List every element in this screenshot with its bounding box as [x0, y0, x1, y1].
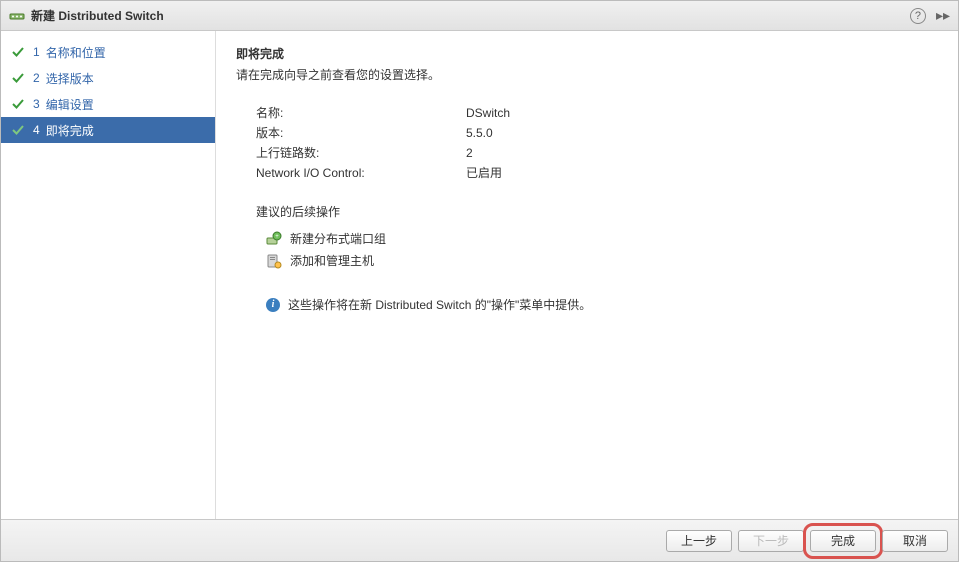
- step-number: 3: [33, 97, 40, 111]
- summary-value: DSwitch: [466, 103, 510, 123]
- step-number: 1: [33, 45, 40, 59]
- summary-key: 版本:: [256, 123, 466, 143]
- step-ready-complete[interactable]: 4 即将完成: [1, 117, 215, 143]
- summary-key: Network I/O Control:: [256, 163, 466, 183]
- wizard-footer: 上一步 下一步 完成 取消: [1, 519, 958, 561]
- summary-table: 名称: DSwitch 版本: 5.5.0 上行链路数: 2 Network I…: [256, 103, 938, 183]
- step-edit-settings[interactable]: 3 编辑设置: [1, 91, 215, 117]
- suggest-label: 新建分布式端口组: [290, 228, 386, 250]
- switch-icon: [9, 8, 25, 24]
- wizard-steps-sidebar: 1 名称和位置 2 选择版本 3 编辑设置 4: [1, 31, 216, 519]
- info-row: i 这些操作将在新 Distributed Switch 的"操作"菜单中提供。: [266, 296, 938, 313]
- step-label: 选择版本: [46, 70, 94, 87]
- titlebar: 新建 Distributed Switch ? ▸▸: [1, 1, 958, 31]
- summary-value: 5.5.0: [466, 123, 493, 143]
- window-title: 新建 Distributed Switch: [31, 7, 910, 24]
- step-label: 名称和位置: [46, 44, 106, 61]
- summary-key: 上行链路数:: [256, 143, 466, 163]
- page-subheading: 请在完成向导之前查看您的设置选择。: [236, 66, 938, 83]
- summary-value: 2: [466, 143, 473, 163]
- info-icon: i: [266, 298, 280, 312]
- cancel-button[interactable]: 取消: [882, 530, 948, 552]
- summary-key: 名称:: [256, 103, 466, 123]
- info-text: 这些操作将在新 Distributed Switch 的"操作"菜单中提供。: [288, 296, 591, 313]
- content-area: 即将完成 请在完成向导之前查看您的设置选择。 名称: DSwitch 版本: 5…: [216, 31, 958, 519]
- check-icon: [11, 45, 25, 59]
- back-button[interactable]: 上一步: [666, 530, 732, 552]
- suggest-item-portgroup: + 新建分布式端口组: [266, 228, 938, 250]
- next-button: 下一步: [738, 530, 804, 552]
- step-label: 编辑设置: [46, 96, 94, 113]
- suggested-actions-title: 建议的后续操作: [256, 203, 938, 220]
- step-number: 2: [33, 71, 40, 85]
- hosts-icon: [266, 253, 282, 269]
- step-select-version[interactable]: 2 选择版本: [1, 65, 215, 91]
- finish-button[interactable]: 完成: [810, 530, 876, 552]
- main-area: 1 名称和位置 2 选择版本 3 编辑设置 4: [1, 31, 958, 519]
- step-label: 即将完成: [46, 122, 94, 139]
- check-icon: [11, 71, 25, 85]
- check-icon: [11, 123, 25, 137]
- summary-row-uplinks: 上行链路数: 2: [256, 143, 938, 163]
- help-icon[interactable]: ?: [910, 8, 926, 24]
- summary-value: 已启用: [466, 163, 502, 183]
- wizard-window: 新建 Distributed Switch ? ▸▸ 1 名称和位置 2 选择版…: [0, 0, 959, 562]
- check-icon: [11, 97, 25, 111]
- suggested-actions-list: + 新建分布式端口组 添加和管理主机: [266, 228, 938, 272]
- summary-row-name: 名称: DSwitch: [256, 103, 938, 123]
- page-heading: 即将完成: [236, 45, 938, 62]
- step-number: 4: [33, 123, 40, 137]
- summary-row-nioc: Network I/O Control: 已启用: [256, 163, 938, 183]
- expand-icon[interactable]: ▸▸: [936, 7, 950, 24]
- portgroup-icon: +: [266, 231, 282, 247]
- step-name-location[interactable]: 1 名称和位置: [1, 39, 215, 65]
- suggest-label: 添加和管理主机: [290, 250, 374, 272]
- summary-row-version: 版本: 5.5.0: [256, 123, 938, 143]
- svg-text:+: +: [275, 234, 279, 240]
- suggest-item-hosts: 添加和管理主机: [266, 250, 938, 272]
